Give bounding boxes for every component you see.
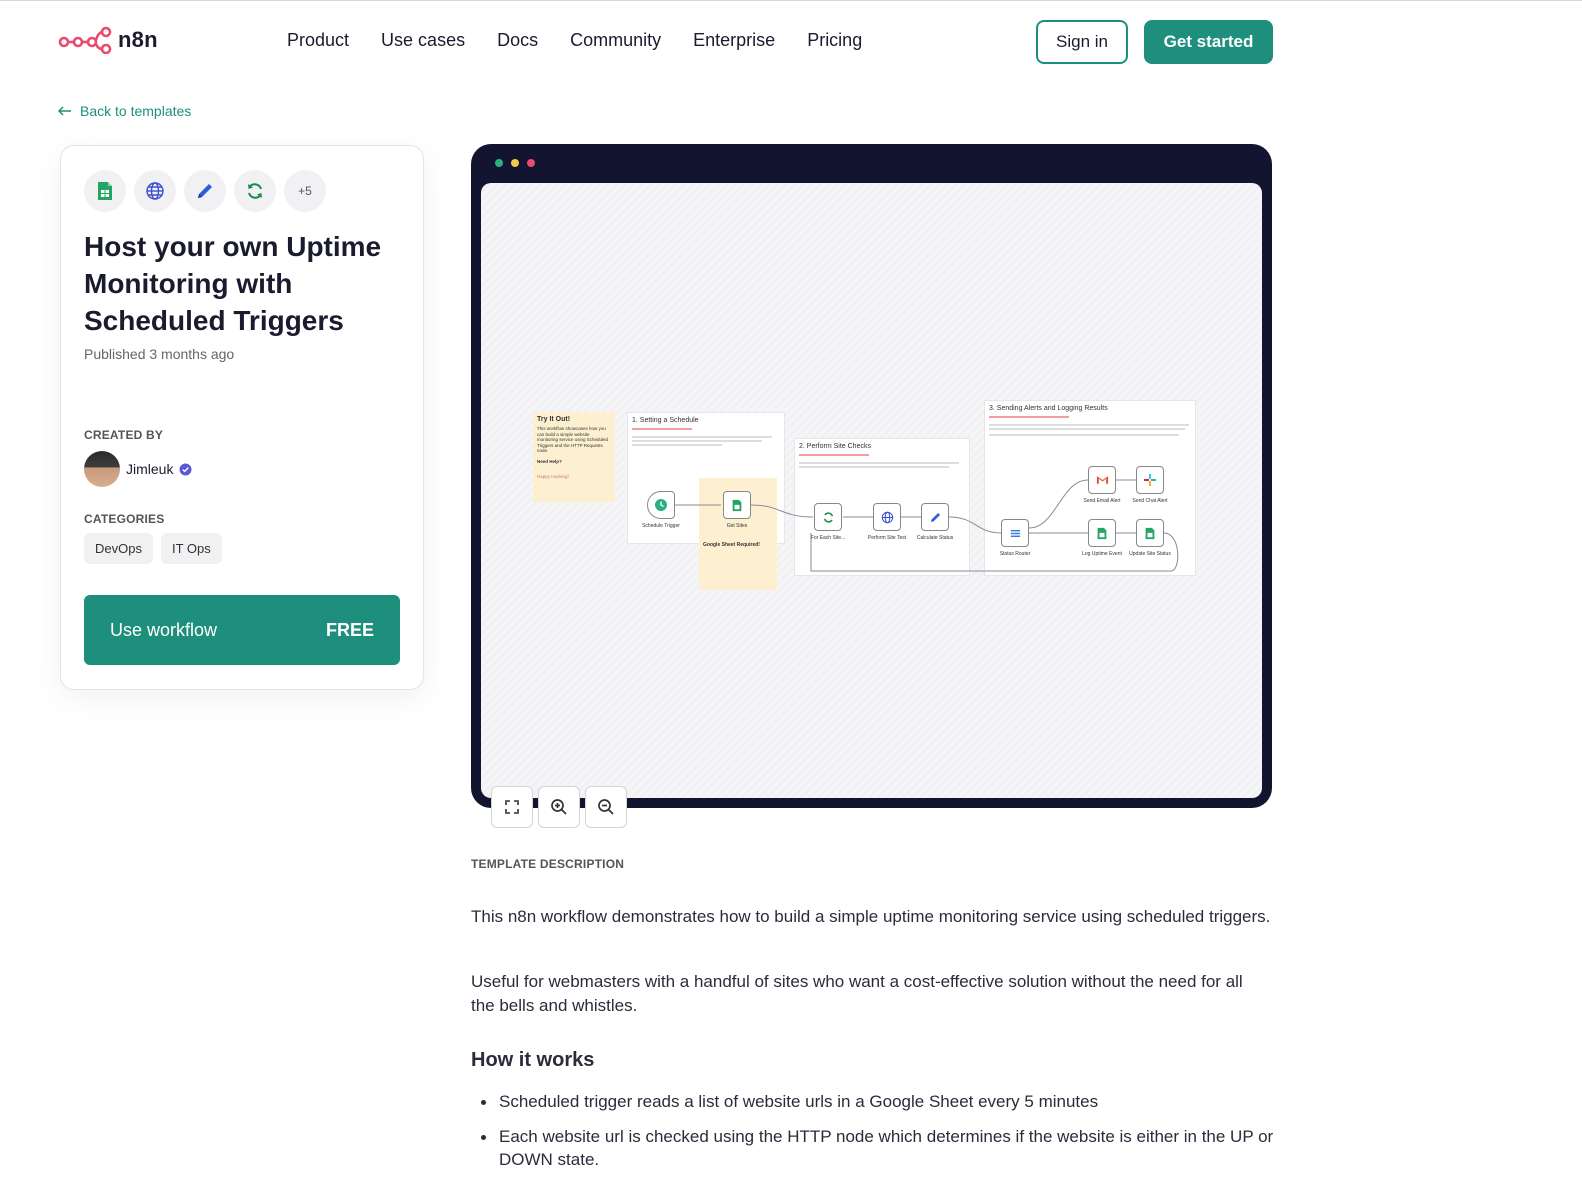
google-sheets-icon: [1145, 527, 1155, 539]
node-status-router[interactable]: [1001, 519, 1029, 547]
created-by-label: CREATED BY: [84, 428, 164, 442]
slack-icon: [1144, 474, 1156, 486]
integration-icons: +5: [84, 170, 326, 212]
author-name: Jimleuk: [126, 461, 174, 477]
price-label: FREE: [325, 619, 374, 640]
google-sheets-icon: [1097, 527, 1107, 539]
google-sheets-icon: [84, 170, 126, 212]
window-dot-yellow: [511, 159, 519, 167]
node-log-event[interactable]: [1088, 519, 1116, 547]
description-paragraph-2: Useful for webmasters with a handful of …: [471, 972, 1243, 1015]
categories-label: CATEGORIES: [84, 512, 165, 526]
clock-icon: [655, 499, 667, 511]
avatar: [84, 451, 120, 487]
fit-view-button[interactable]: [491, 786, 533, 828]
brand-name: n8n: [118, 27, 158, 52]
window-dot-green: [495, 159, 503, 167]
n8n-logo-icon: [58, 26, 112, 54]
author[interactable]: Jimleuk: [84, 451, 192, 487]
n8n-logo[interactable]: n8n: [58, 26, 158, 54]
template-title: Host your own Uptime Monitoring with Sch…: [84, 231, 382, 336]
category-tags: DevOps IT Ops: [84, 533, 222, 564]
node-get-sites[interactable]: [723, 491, 751, 519]
list-item: Each website url is checked using the HT…: [471, 1125, 1276, 1171]
gmail-icon: [1096, 476, 1108, 484]
published-date: Published 3 months ago: [84, 346, 235, 362]
pencil-icon: [184, 170, 226, 212]
window-dot-red: [527, 159, 535, 167]
nav-pricing[interactable]: Pricing: [807, 30, 862, 51]
description-paragraph-1: This n8n workflow demonstrates how to bu…: [471, 907, 1271, 926]
template-info-card: +5 Host your own Uptime Monitoring with …: [60, 145, 424, 690]
zoom-in-icon: [551, 799, 567, 815]
workflow-preview-frame: Try It Out! This workflow showcases how …: [471, 144, 1272, 828]
node-for-each[interactable]: [814, 503, 842, 531]
nav-use-cases[interactable]: Use cases: [381, 30, 465, 51]
category-tag-devops[interactable]: DevOps: [84, 533, 153, 564]
zoom-out-icon: [598, 799, 614, 815]
workflow-canvas[interactable]: Try It Out! This workflow showcases how …: [481, 183, 1262, 828]
node-label-schedule: Schedule Trigger: [642, 523, 680, 529]
nav-docs[interactable]: Docs: [497, 30, 538, 51]
node-label-calc-status: Calculate Status: [916, 535, 954, 541]
node-label-router: Status Router: [999, 551, 1031, 557]
sign-in-button[interactable]: Sign in: [1036, 20, 1128, 64]
globe-icon: [134, 170, 176, 212]
switch-icon: [1010, 529, 1020, 537]
refresh-icon: [234, 170, 276, 212]
globe-icon: [881, 511, 893, 523]
how-it-works-list: Scheduled trigger reads a list of websit…: [471, 1090, 1276, 1183]
google-sheets-icon: [732, 499, 742, 511]
back-to-templates-link[interactable]: Back to templates: [58, 103, 191, 119]
node-update-status[interactable]: [1136, 519, 1164, 547]
verified-badge-icon: [179, 463, 192, 475]
get-started-button[interactable]: Get started: [1144, 20, 1273, 64]
pencil-icon: [930, 512, 940, 522]
arrow-left-icon: [58, 106, 71, 116]
category-tag-it-ops[interactable]: IT Ops: [160, 533, 222, 564]
site-header: n8n Product Use cases Docs Community Ent…: [0, 0, 1582, 84]
use-workflow-label: Use workflow: [110, 619, 218, 640]
node-schedule-trigger[interactable]: [647, 491, 675, 519]
node-label-chat: Send Chat Alert: [1132, 498, 1168, 504]
node-calculate-status[interactable]: [921, 503, 949, 531]
more-integrations-count: +5: [284, 170, 326, 212]
fullscreen-icon: [505, 800, 519, 814]
zoom-out-button[interactable]: [585, 786, 627, 828]
use-workflow-button[interactable]: Use workflow FREE: [84, 595, 400, 665]
main-nav: Product Use cases Docs Community Enterpr…: [287, 30, 862, 51]
refresh-icon: [823, 511, 833, 523]
node-site-test[interactable]: [873, 503, 901, 531]
how-it-works-heading: How it works: [471, 1049, 595, 1071]
zoom-in-button[interactable]: [538, 786, 580, 828]
window-dots: [495, 159, 535, 167]
nav-enterprise[interactable]: Enterprise: [693, 30, 775, 51]
list-item: Scheduled trigger reads a list of websit…: [471, 1090, 1276, 1113]
nav-product[interactable]: Product: [287, 30, 349, 51]
node-send-email[interactable]: [1088, 466, 1116, 494]
nav-community[interactable]: Community: [570, 30, 661, 51]
back-link-label: Back to templates: [80, 103, 192, 119]
node-label-for-each: For Each Site...: [810, 535, 846, 541]
node-send-chat[interactable]: [1136, 466, 1164, 494]
template-description-label: TEMPLATE DESCRIPTION: [471, 857, 625, 871]
node-label-update: Update Site Status: [1129, 551, 1171, 557]
node-label-get-sites: Get Sites: [726, 523, 748, 529]
